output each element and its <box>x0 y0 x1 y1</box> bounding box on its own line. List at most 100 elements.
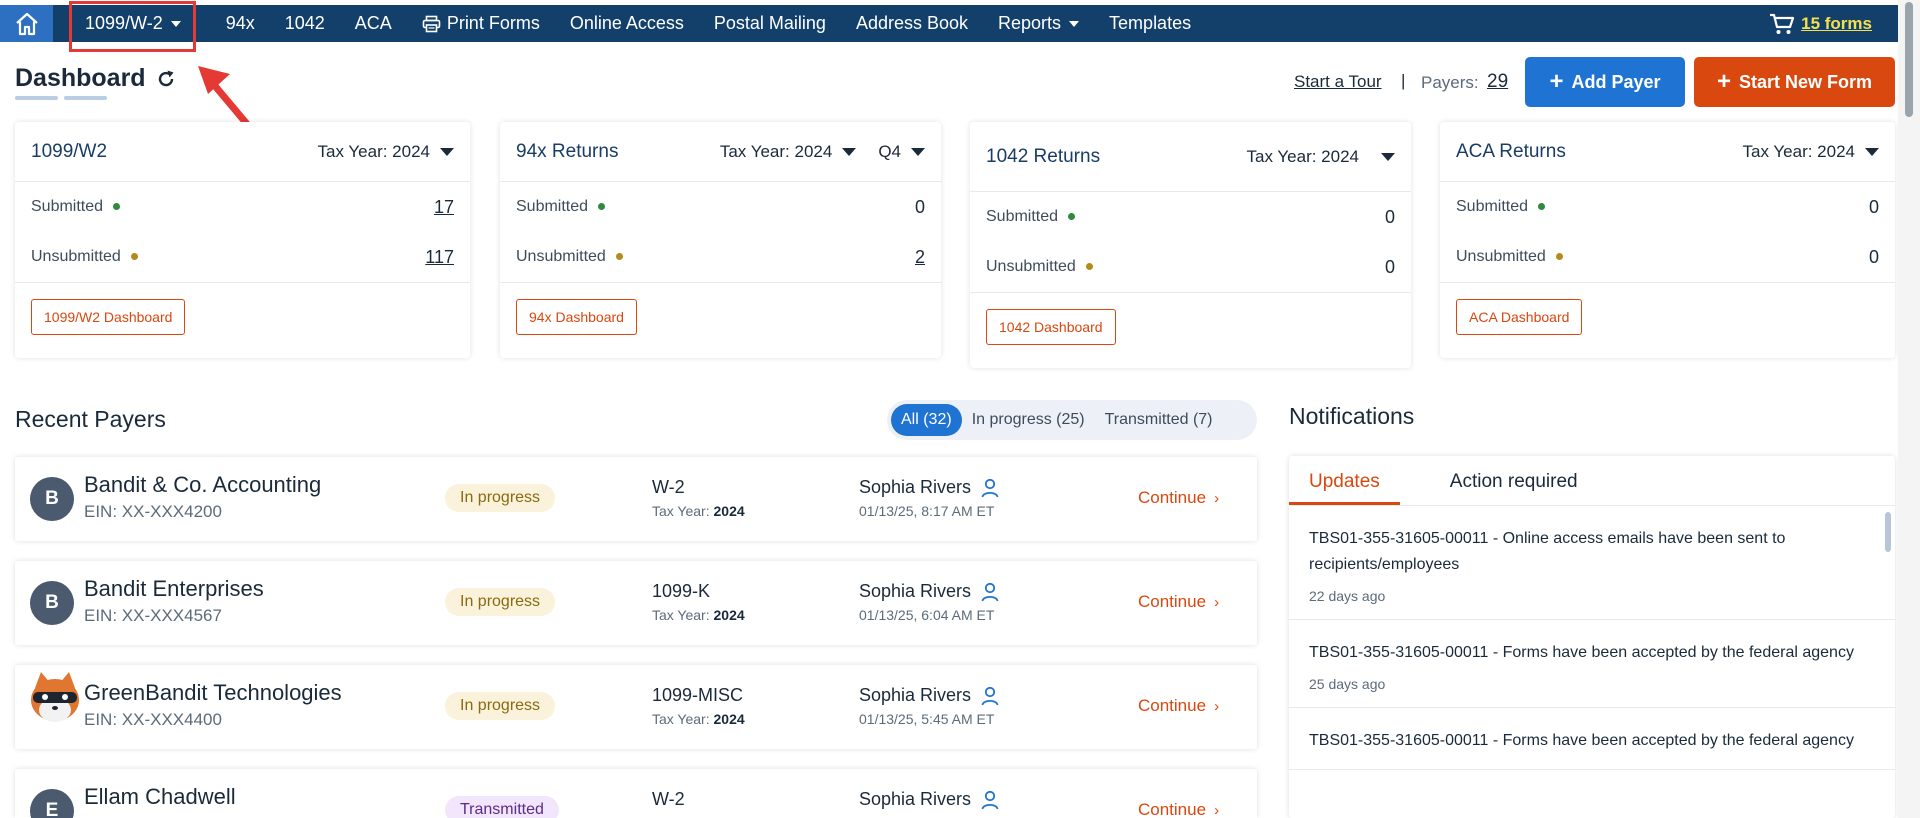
payer-ein: EIN: XX-XXX4400 <box>84 710 222 729</box>
table-row[interactable]: GreenBandit Technologies EIN: XX-XXX4400… <box>15 665 1257 749</box>
mascot-avatar-icon <box>25 670 85 733</box>
nav-aca[interactable]: ACA <box>340 5 407 42</box>
submitted-row: Submitted 0 <box>1456 196 1879 217</box>
table-row[interactable]: B Bandit & Co. Accounting EIN: XX-XXX420… <box>15 457 1257 541</box>
unsubmitted-row: Unsubmitted 0 <box>986 256 1395 277</box>
payer-filter-group: All (32) In progress (25) Transmitted (7… <box>887 400 1257 440</box>
submitted-row: Submitted 17 <box>31 196 454 218</box>
status-dot <box>113 203 121 211</box>
start-new-form-button[interactable]: + Start New Form <box>1694 57 1895 107</box>
form-type: 1099-MISC <box>652 685 744 705</box>
submitted-count: 0 <box>1868 196 1879 217</box>
notification-tabs: Updates Action required <box>1289 456 1895 506</box>
filter-transmitted[interactable]: Transmitted (7) <box>1095 404 1223 436</box>
status-dot <box>130 253 138 261</box>
aca-dashboard-button[interactable]: ACA Dashboard <box>1456 299 1583 335</box>
list-item[interactable]: TBS01-355-31605-00011 - Forms have been … <box>1289 708 1895 770</box>
home-button[interactable] <box>0 5 53 42</box>
payer-name: Ellam Chadwell <box>84 784 236 809</box>
caret-down-icon <box>1381 152 1395 161</box>
nav-1042[interactable]: 1042 <box>270 5 340 42</box>
list-item[interactable]: TBS01-355-31605-00011 - Online access em… <box>1289 506 1895 620</box>
top-nav: 1099/W-2 94x 1042 ACA Print Forms Online… <box>0 5 1898 42</box>
status-dot <box>615 253 623 261</box>
card-title: ACA Returns <box>1456 140 1566 162</box>
unsubmitted-count[interactable]: 117 <box>425 247 454 268</box>
unsubmitted-row: Unsubmitted 2 <box>516 246 925 268</box>
list-item[interactable]: TBS01-355-31605-00011 - Forms have been … <box>1289 620 1895 708</box>
cart-icon <box>1770 13 1795 34</box>
notifications-scrollbar[interactable] <box>1885 512 1891 552</box>
user-name: Sophia Rivers <box>859 789 999 810</box>
status-dot <box>1555 253 1563 261</box>
last-updated: 01/13/25, 5:45 AM ET <box>859 711 995 727</box>
nav-templates[interactable]: Templates <box>1094 5 1206 42</box>
94x-dashboard-button[interactable]: 94x Dashboard <box>516 299 637 335</box>
nav-address-book[interactable]: Address Book <box>841 5 983 42</box>
scrollbar-thumb[interactable] <box>1905 2 1913 117</box>
payers-count-link[interactable]: 29 <box>1487 71 1508 93</box>
tax-year-select[interactable]: Tax Year: 2024 <box>318 142 454 162</box>
submitted-row: Submitted 0 <box>986 206 1395 227</box>
add-payer-button[interactable]: + Add Payer <box>1525 57 1685 107</box>
notifications-title: Notifications <box>1289 403 1415 429</box>
continue-button[interactable]: Continue › <box>1138 696 1219 716</box>
avatar: B <box>30 477 74 521</box>
page-title: Dashboard <box>15 64 176 93</box>
tax-year-select[interactable]: Tax Year: 2024 <box>720 142 857 162</box>
page-scrollbar[interactable] <box>1898 0 1920 818</box>
tab-action-required[interactable]: Action required <box>1430 471 1598 505</box>
1042-dashboard-button[interactable]: 1042 Dashboard <box>986 309 1116 345</box>
nav-reports[interactable]: Reports <box>983 5 1094 42</box>
form-type: W-2 <box>652 477 685 497</box>
1099-w2-dashboard-button[interactable]: 1099/W2 Dashboard <box>31 299 186 335</box>
filter-in-progress[interactable]: In progress (25) <box>962 404 1095 436</box>
chevron-down-icon <box>170 20 181 27</box>
payer-ein: EIN: XX-XXX4567 <box>84 606 222 625</box>
refresh-icon[interactable] <box>156 69 176 89</box>
unsubmitted-count[interactable]: 2 <box>915 247 925 268</box>
submitted-count[interactable]: 17 <box>434 197 454 218</box>
chevron-right-icon: › <box>1214 801 1220 818</box>
status-dot <box>1085 263 1093 271</box>
filter-all[interactable]: All (32) <box>891 404 962 436</box>
tax-year-select[interactable]: Tax Year: 2024 <box>1247 147 1395 167</box>
avatar: E <box>30 789 74 818</box>
continue-button[interactable]: Continue › <box>1138 488 1219 508</box>
printer-icon <box>422 15 441 33</box>
user-icon <box>981 582 999 601</box>
user-icon <box>981 790 999 809</box>
continue-button[interactable]: Continue › <box>1138 800 1219 818</box>
tax-year-select[interactable]: Tax Year: 2024 <box>1743 142 1879 162</box>
nav-postal-mailing[interactable]: Postal Mailing <box>699 5 841 42</box>
payers-label: Payers: <box>1421 73 1479 92</box>
user-name: Sophia Rivers <box>859 477 999 498</box>
status-badge: In progress <box>445 588 556 616</box>
status-dot <box>1068 213 1076 221</box>
header-separator: | <box>1401 71 1406 90</box>
chevron-right-icon: › <box>1214 593 1220 611</box>
nav-1099-w2[interactable]: 1099/W-2 <box>53 5 203 42</box>
table-row[interactable]: E Ellam Chadwell Transmitted W-2 Sophia … <box>15 769 1257 818</box>
form-type: W-2 <box>652 789 685 809</box>
start-tour-link[interactable]: Start a Tour <box>1294 72 1382 92</box>
caret-down-icon <box>1865 147 1879 156</box>
continue-button[interactable]: Continue › <box>1138 592 1219 612</box>
nav-online-access[interactable]: Online Access <box>555 5 699 42</box>
table-row[interactable]: B Bandit Enterprises EIN: XX-XXX4567 In … <box>15 561 1257 645</box>
chevron-down-icon <box>1069 20 1080 27</box>
tab-updates[interactable]: Updates <box>1289 471 1400 505</box>
submitted-count: 0 <box>1384 206 1395 227</box>
avatar: B <box>30 581 74 625</box>
card-title: 1099/W2 <box>31 140 108 162</box>
tax-year: Tax Year: 2024 <box>652 607 745 623</box>
cart-link[interactable]: 15 forms <box>1769 5 1872 42</box>
unsubmitted-row: Unsubmitted 117 <box>31 246 454 268</box>
nav-94x[interactable]: 94x <box>211 5 270 42</box>
nav-print-forms[interactable]: Print Forms <box>407 5 555 42</box>
quarter-select[interactable]: Q4 <box>878 142 925 162</box>
unsubmitted-row: Unsubmitted 0 <box>1456 246 1879 267</box>
chevron-right-icon: › <box>1214 697 1220 715</box>
unsubmitted-count: 0 <box>1868 246 1879 267</box>
status-badge: In progress <box>445 692 556 720</box>
